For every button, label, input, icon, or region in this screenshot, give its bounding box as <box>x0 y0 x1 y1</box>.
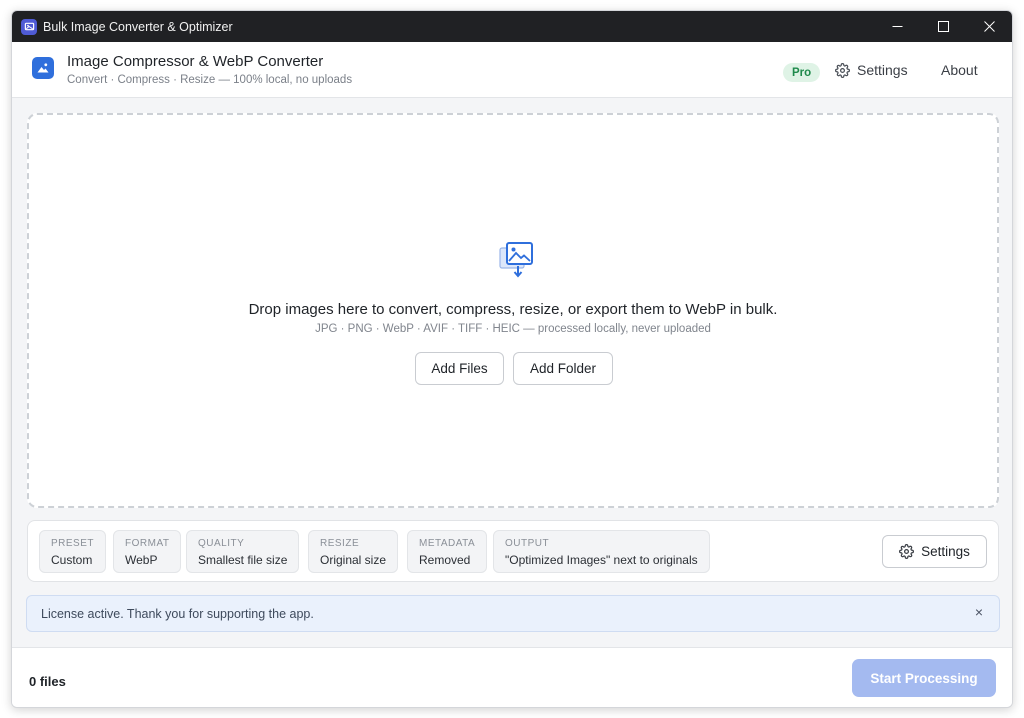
minimize-icon <box>892 26 902 27</box>
gear-icon <box>835 62 850 78</box>
drop-zone-subtitle: JPG · PNG · WebP · AVIF · TIFF · HEIC — … <box>315 323 711 335</box>
maximize-button[interactable] <box>920 11 966 42</box>
app-subtitle: Convert · Compress · Resize — 100% local… <box>67 74 353 86</box>
chip-value: Original size <box>320 553 387 567</box>
option-chip-metadata[interactable]: METADATA Removed <box>407 530 488 573</box>
logo-icon <box>32 57 54 79</box>
chip-label: OUTPUT <box>505 538 550 549</box>
option-chip-resize[interactable]: RESIZE Original size <box>308 530 399 573</box>
chip-label: QUALITY <box>198 538 245 549</box>
chip-value: "Optimized Images" next to originals <box>505 553 698 567</box>
footer-bar: 0 files Start Processing <box>12 647 1012 707</box>
header-settings-label: Settings <box>857 62 908 78</box>
option-chip-format[interactable]: FORMAT WebP <box>113 530 182 573</box>
add-folder-button[interactable]: Add Folder <box>513 352 613 385</box>
chip-value: Custom <box>51 553 93 567</box>
options-settings-button[interactable]: Settings <box>882 535 987 568</box>
chip-value: Smallest file size <box>198 553 288 567</box>
app-header: Image Compressor & WebP Converter Conver… <box>12 42 1012 98</box>
app-icon <box>21 18 37 35</box>
app-window: Bulk Image Converter & Optimizer Image C… <box>11 10 1013 708</box>
drop-zone-title: Drop images here to convert, compress, r… <box>248 301 778 318</box>
app-title: Image Compressor & WebP Converter <box>67 53 324 70</box>
start-processing-button[interactable]: Start Processing <box>852 659 996 697</box>
chip-value: WebP <box>125 553 158 567</box>
chip-label: METADATA <box>419 538 476 549</box>
license-message: License active. Thank you for supporting… <box>41 607 314 621</box>
close-icon <box>983 21 995 32</box>
maximize-icon <box>937 21 949 32</box>
window-title: Bulk Image Converter & Optimizer <box>43 19 233 34</box>
image-import-icon <box>499 242 533 278</box>
chip-value: Removed <box>419 553 471 567</box>
about-button[interactable]: About <box>941 62 978 78</box>
chip-label: PRESET <box>51 538 95 549</box>
close-window-button[interactable] <box>966 11 1012 42</box>
add-files-button[interactable]: Add Files <box>415 352 504 385</box>
title-bar: Bulk Image Converter & Optimizer <box>12 11 1012 42</box>
option-chip-preset[interactable]: PRESET Custom <box>39 530 107 573</box>
minimize-button[interactable] <box>874 11 920 42</box>
chip-label: RESIZE <box>320 538 360 549</box>
options-bar: PRESET Custom FORMAT WebP QUALITY Smalle… <box>27 520 999 582</box>
window-controls <box>874 11 1012 42</box>
gear-icon <box>899 544 915 559</box>
pro-badge: Pro <box>783 63 821 82</box>
options-settings-label: Settings <box>921 544 970 559</box>
drop-zone[interactable]: Drop images here to convert, compress, r… <box>27 113 999 508</box>
option-chip-output[interactable]: OUTPUT "Optimized Images" next to origin… <box>493 530 710 573</box>
file-count: 0 files <box>29 674 66 689</box>
banner-close-button[interactable]: × <box>975 604 983 620</box>
chip-label: FORMAT <box>125 538 170 549</box>
header-settings-button[interactable]: Settings <box>835 59 908 81</box>
license-banner: License active. Thank you for supporting… <box>26 595 1000 632</box>
option-chip-quality[interactable]: QUALITY Smallest file size <box>186 530 300 573</box>
